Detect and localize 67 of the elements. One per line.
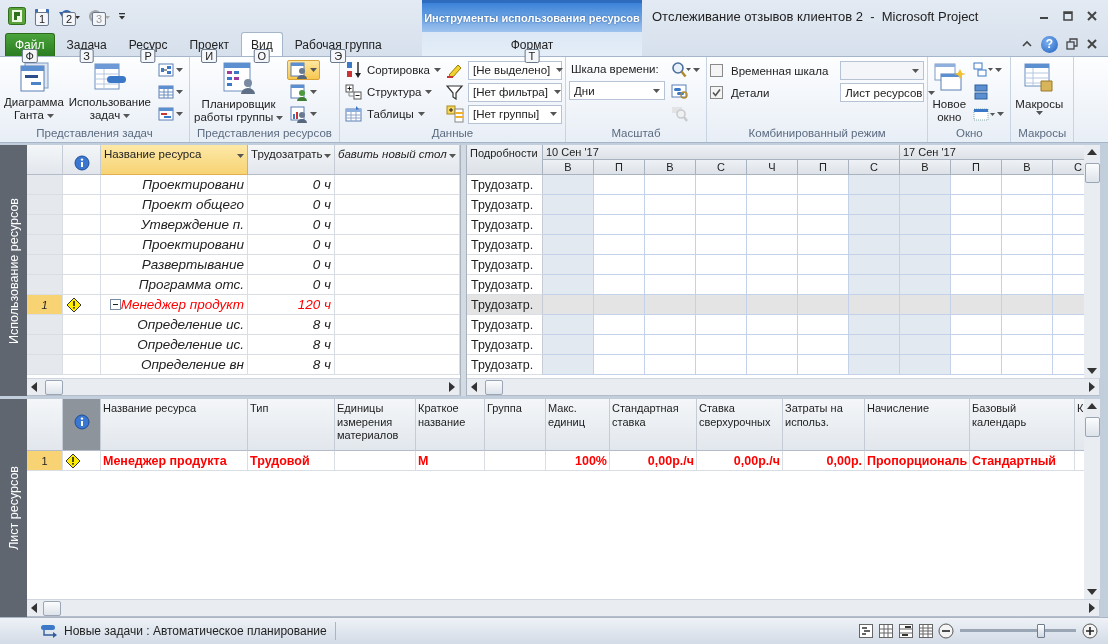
table-cell: Стандартный	[970, 451, 1075, 471]
table-cell: 0 ч	[248, 275, 335, 295]
group-label: Представления задач	[35, 126, 154, 141]
table-cell: Развертывание	[101, 255, 248, 275]
keytip-tooltip: Т	[524, 49, 540, 63]
keytip-tooltip: 2	[61, 12, 77, 26]
table-cell: 0 ч	[248, 175, 335, 195]
table-cell: Пропорциональ	[865, 451, 970, 471]
group-label: Масштаб	[610, 126, 662, 141]
table-cell: Трудовой	[248, 451, 335, 471]
status-text: Новые задачи : Автоматическое планирование	[64, 624, 327, 638]
keytip-tooltip: Ф	[21, 49, 38, 63]
group-label: Окно	[954, 126, 984, 141]
timescale-header: 17 Сен '17	[900, 145, 1084, 160]
table-cell: Определение ис.	[101, 315, 248, 335]
table-cell: 100%	[546, 451, 610, 471]
table-cell: Определение вн	[101, 355, 248, 375]
timescale-header: Ч	[747, 160, 798, 175]
table-cell: 0 ч	[248, 235, 335, 255]
table-cell: Программа отс.	[101, 275, 248, 295]
table-cell: 8 ч	[248, 335, 335, 355]
row-number: 1	[27, 295, 63, 315]
group-label: Представления ресурсов	[196, 126, 333, 141]
column-header: Подробности	[467, 145, 543, 175]
cell-text: Менеджер продукт	[120, 297, 244, 312]
table-cell: 0,00р.	[783, 451, 865, 471]
timescale-header: 10 Сен '17	[543, 145, 900, 160]
table-cell: 0 ч	[248, 215, 335, 235]
table-cell: Проектировани	[101, 175, 248, 195]
table-cell: Менеджер продукта	[101, 451, 248, 471]
timescale-header: В	[543, 160, 594, 175]
group-label: Макросы	[1017, 126, 1068, 141]
timescale-header: В	[645, 160, 696, 175]
keytip-tooltip: И	[201, 49, 218, 63]
timescale-header: П	[798, 160, 849, 175]
timescale-header: С	[696, 160, 747, 175]
view-label: Лист ресурсов	[6, 466, 21, 550]
group-label: Комбинированный режим	[747, 126, 887, 141]
timescale-header: В	[900, 160, 951, 175]
view-label: Использование ресурсов	[6, 197, 21, 344]
contextual-tab-group: Инструменты использования ресурсов	[422, 0, 642, 32]
timescale-header: С	[1053, 160, 1084, 175]
table-cell: 8 ч	[248, 315, 335, 335]
timescale-header: В	[1002, 160, 1053, 175]
keytip-tooltip: 3	[91, 12, 107, 26]
row-number: 1	[27, 451, 63, 471]
table-cell: М	[416, 451, 485, 471]
table-cell: 120 ч	[248, 295, 335, 315]
window-title: Отслеживание отзывов клиентов 2 - Microsoft Project	[652, 8, 980, 24]
timescale-header: П	[951, 160, 1002, 175]
table-cell: Проект общего	[101, 195, 248, 215]
timescale-header: С	[849, 160, 900, 175]
keytip-tooltip: 1	[34, 12, 50, 26]
group-label: Данные	[430, 126, 475, 141]
table-cell: 0,00р./ч	[610, 451, 697, 471]
table-cell: Утверждение п.	[101, 215, 248, 235]
table-cell: 0 ч	[248, 255, 335, 275]
table-cell: 8 ч	[248, 355, 335, 375]
keytip-tooltip: Э	[330, 49, 347, 63]
timescale-header: П	[594, 160, 645, 175]
field-label: Шкала времени:	[570, 62, 660, 77]
table-cell: 0 ч	[248, 195, 335, 215]
table-cell: Трудозатр.	[467, 295, 543, 315]
table-cell: Проектировани	[101, 235, 248, 255]
table-cell: Определение ис.	[101, 335, 248, 355]
table-cell: 0,00р./ч	[697, 451, 783, 471]
keytip-tooltip: О	[253, 49, 271, 63]
